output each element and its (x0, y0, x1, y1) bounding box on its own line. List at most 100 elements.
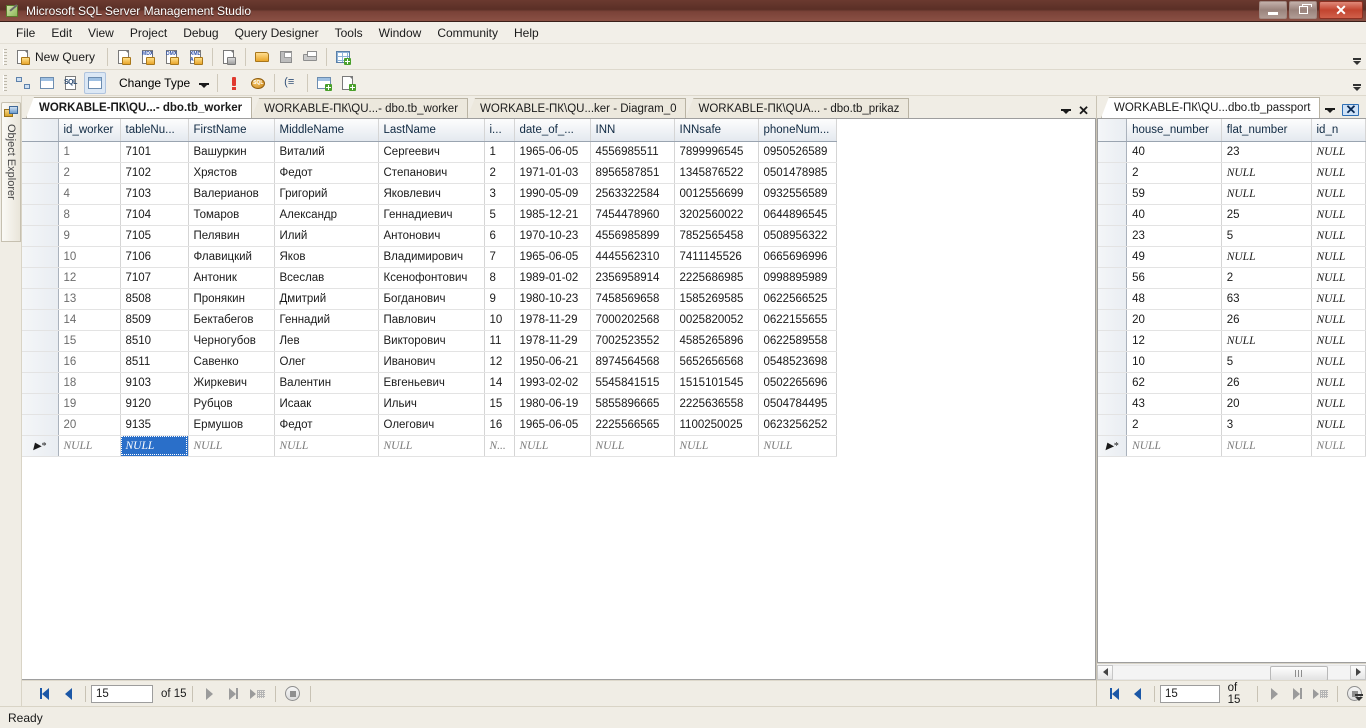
table-cell[interactable]: Пронякин (188, 288, 275, 310)
menu-community[interactable]: Community (429, 23, 506, 43)
column-header[interactable]: date_of_... (514, 119, 591, 142)
row-selector[interactable] (1098, 246, 1128, 268)
column-header[interactable]: tableNu... (120, 119, 189, 142)
table-cell[interactable]: 0548523698 (758, 351, 837, 373)
table-cell[interactable]: Лев (274, 330, 379, 352)
table-row[interactable]: 20 9135 Ермушов Федот Олегович 16 1965-06-05 22… (22, 414, 837, 436)
table-cell[interactable]: Томаров (188, 204, 275, 226)
table-cell[interactable]: Пелявин (188, 225, 275, 247)
table-row[interactable]: 13 8508 Пронякин Дмитрий Богданович 9 1980-10-… (22, 288, 837, 310)
menu-tools[interactable]: Tools (327, 23, 371, 43)
table-cell[interactable]: Геннадиевич (378, 204, 485, 226)
row-selector[interactable] (1098, 288, 1128, 310)
table-row[interactable]: 9 7105 Пелявин Илий Антонович 6 1970-10-23 4556… (22, 225, 837, 247)
new-row-marker[interactable]: ▶* (1098, 435, 1128, 457)
close-button[interactable]: ✕ (1319, 1, 1363, 19)
row-selector[interactable] (1098, 393, 1128, 415)
table-cell[interactable]: 1585269585 (674, 288, 759, 310)
row-selector[interactable] (1098, 267, 1128, 289)
table-cell[interactable]: 7104 (120, 204, 189, 226)
table-row[interactable]: 43 20 NULL (1098, 393, 1366, 415)
table-cell[interactable]: 56 (1126, 267, 1222, 289)
row-selector[interactable] (1098, 204, 1128, 226)
table-cell[interactable]: 2 (1126, 414, 1222, 436)
table-cell[interactable]: 1965-06-05 (514, 246, 591, 268)
table-cell[interactable]: 14 (484, 372, 515, 394)
add-table-button[interactable] (313, 72, 335, 94)
table-cell[interactable]: Олегович (378, 414, 485, 436)
column-header[interactable]: house_number (1126, 119, 1222, 142)
show-results-pane-button[interactable] (84, 71, 106, 94)
table-cell[interactable]: Яков (274, 246, 379, 268)
table-cell[interactable]: 0502265696 (758, 372, 837, 394)
row-selector[interactable] (22, 246, 59, 268)
table-cell[interactable]: 1 (58, 141, 121, 163)
table-cell[interactable]: Илий (274, 225, 379, 247)
table-cell[interactable]: NULL (758, 435, 837, 457)
table-cell[interactable]: 15 (484, 393, 515, 415)
table-cell[interactable]: Валерианов (188, 183, 275, 205)
column-header[interactable]: id_worker (58, 119, 121, 142)
toolbar-grip[interactable] (3, 74, 7, 91)
row-selector[interactable] (1098, 225, 1128, 247)
table-cell[interactable]: 7852565458 (674, 225, 759, 247)
show-sql-pane-button[interactable]: SQL (60, 72, 82, 94)
table-cell[interactable]: Викторович (378, 330, 485, 352)
table-row[interactable]: 49 NULL NULL (1098, 246, 1366, 268)
table-cell[interactable]: NULL (1311, 141, 1366, 163)
table-cell[interactable]: 26 (1221, 309, 1312, 331)
column-header[interactable]: id_n (1311, 119, 1366, 142)
activity-monitor-button[interactable] (332, 46, 354, 68)
row-selector[interactable] (22, 225, 59, 247)
table-cell[interactable]: 3 (1221, 414, 1312, 436)
nav-next-button[interactable] (198, 684, 222, 704)
table-cell[interactable]: NULL (1311, 162, 1366, 184)
table-cell[interactable]: 9103 (120, 372, 189, 394)
table-cell[interactable]: 2 (484, 162, 515, 184)
table-cell[interactable]: 20 (58, 414, 121, 436)
show-criteria-pane-button[interactable] (36, 72, 58, 94)
table-cell[interactable]: NULL (1311, 330, 1366, 352)
table-cell[interactable]: 0623256252 (758, 414, 837, 436)
table-cell[interactable]: 0508956322 (758, 225, 837, 247)
change-type-dropdown-icon[interactable] (199, 83, 210, 88)
scroll-thumb[interactable] (1270, 665, 1328, 681)
open-file-button[interactable] (251, 46, 273, 68)
row-selector[interactable] (1098, 141, 1128, 163)
table-cell[interactable]: 7103 (120, 183, 189, 205)
table-row[interactable]: 23 5 NULL (1098, 225, 1366, 247)
table-cell[interactable]: 1965-06-05 (514, 414, 591, 436)
nav-new-row-button[interactable] (1309, 684, 1332, 704)
row-selector[interactable] (1098, 372, 1128, 394)
table-cell[interactable]: Сергеевич (378, 141, 485, 163)
group-by-button[interactable]: (≡ (280, 72, 302, 94)
tab-tb-worker-1[interactable]: WORKABLE-ПК\QU...- dbo.tb_worker (26, 97, 253, 118)
table-cell[interactable]: Григорий (274, 183, 379, 205)
tab-diagram-0[interactable]: WORKABLE-ПК\QU...ker - Diagram_0 (467, 98, 687, 118)
table-cell[interactable]: NULL (1311, 414, 1366, 436)
table-cell[interactable]: 8511 (120, 351, 189, 373)
column-header[interactable]: INN (590, 119, 675, 142)
table-cell[interactable]: 10 (58, 246, 121, 268)
change-type-label[interactable]: Change Type (115, 76, 194, 90)
toolbar-grip[interactable] (3, 48, 7, 65)
table-cell[interactable]: 10 (1126, 351, 1222, 373)
table-cell[interactable]: 2 (58, 162, 121, 184)
nav-previous-button[interactable] (56, 684, 80, 704)
table-cell[interactable]: 7454478960 (590, 204, 675, 226)
table-cell[interactable]: 1345876522 (674, 162, 759, 184)
table-cell[interactable]: Олег (274, 351, 379, 373)
table-cell[interactable]: 48 (1126, 288, 1222, 310)
close-icon[interactable]: ✕ (1078, 104, 1089, 117)
table-cell[interactable]: 7000202568 (590, 309, 675, 331)
row-selector[interactable] (1098, 309, 1128, 331)
scroll-right-button[interactable] (1350, 664, 1366, 680)
table-cell[interactable]: 12 (58, 267, 121, 289)
table-cell[interactable]: 8956587851 (590, 162, 675, 184)
table-cell[interactable]: NULL (1221, 330, 1312, 352)
menu-debug[interactable]: Debug (175, 23, 226, 43)
scroll-left-button[interactable] (1097, 664, 1113, 680)
table-cell[interactable]: 7458569658 (590, 288, 675, 310)
table-cell[interactable]: 0012556699 (674, 183, 759, 205)
table-cell[interactable]: 3202560022 (674, 204, 759, 226)
